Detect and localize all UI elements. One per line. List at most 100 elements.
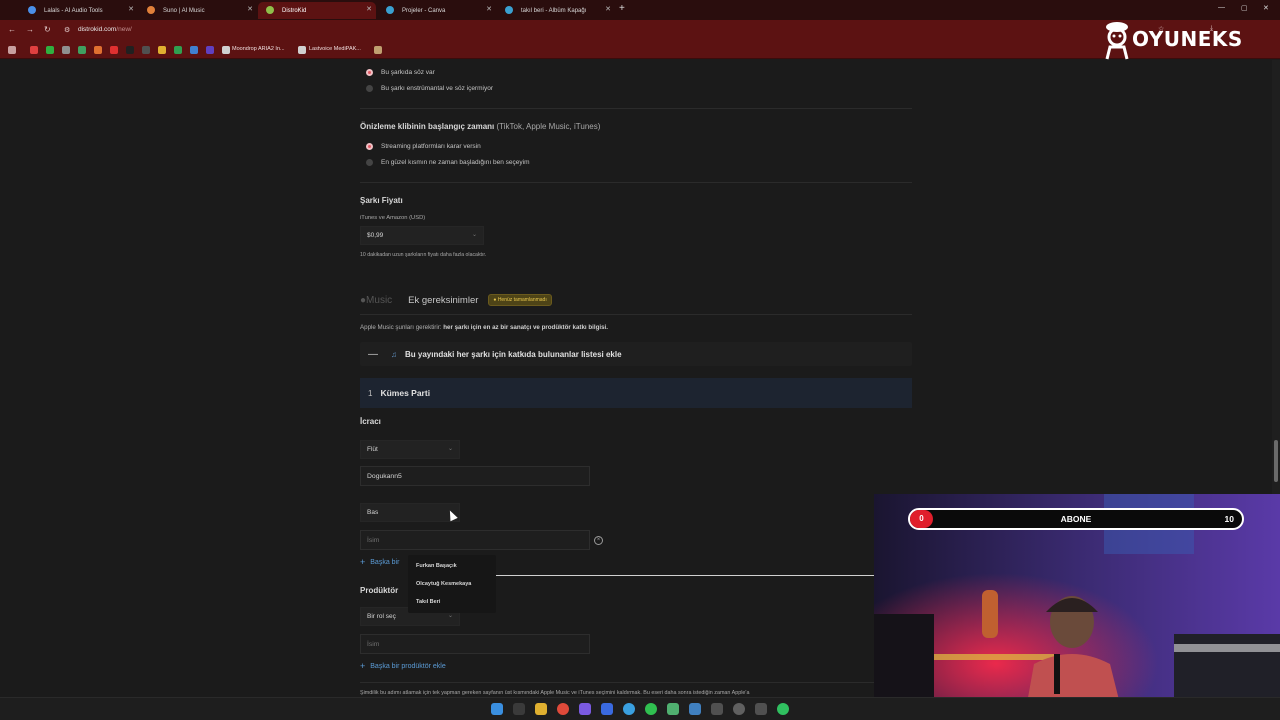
accordion-title: Bu yayındaki her şarkı için katkıda bulu… (405, 349, 622, 359)
price-note: 10 dakikadan uzun şarkıların fiyatı daha… (360, 252, 487, 258)
bookmark-icon[interactable] (206, 46, 214, 54)
back-icon[interactable]: ← (8, 25, 16, 34)
apple-requirements-header: ●Music Ek gereksinimler ● Henüz tamamlan… (360, 294, 552, 306)
performer-role-select-1[interactable]: Flüt ⌄ (360, 440, 460, 459)
app-icon[interactable] (755, 703, 767, 715)
x-icon[interactable] (126, 46, 134, 54)
url-host: distrokid.com (78, 26, 117, 33)
start-icon[interactable] (491, 703, 503, 715)
overlay-divider (496, 575, 876, 576)
tab-canva[interactable]: Projeler - Canva ✕ (378, 2, 496, 19)
apple-music-logo: ●Music (360, 294, 393, 306)
tab-album-cover[interactable]: takıl beri - Albüm Kapağı ✕ (497, 2, 615, 19)
performer-title: İcracı (360, 417, 381, 426)
preview-option-platforms[interactable]: Streaming platformları karar versin (360, 143, 481, 150)
chevron-down-icon: ⌄ (471, 232, 477, 238)
app-icon[interactable] (667, 703, 679, 715)
performer-name-input-2[interactable]: İsim (360, 530, 590, 550)
bookmark-icon[interactable] (94, 46, 102, 54)
close-window-icon[interactable]: ✕ (1263, 4, 1269, 12)
telegram-icon[interactable] (623, 703, 635, 715)
url-path: /new/ (116, 26, 132, 33)
radio-selected[interactable] (366, 143, 373, 150)
add-producer-link[interactable]: + Başka bir prodüktör ekle (360, 661, 446, 671)
whatsapp-icon[interactable] (777, 703, 789, 715)
producer-name-input[interactable]: İsim (360, 634, 590, 654)
apps-icon[interactable] (8, 46, 16, 54)
app-icon[interactable] (601, 703, 613, 715)
chevron-down-icon: ⌄ (447, 446, 453, 452)
bookmark-icon[interactable] (298, 46, 306, 54)
song-number: 1 (368, 388, 373, 398)
spotify-icon[interactable] (645, 703, 657, 715)
radio-selected[interactable] (366, 69, 373, 76)
bookmark-icon[interactable] (62, 46, 70, 54)
plus-icon: + (360, 557, 366, 567)
lyrics-option-instrumental[interactable]: Bu şarkı enstrümantal ve söz içermiyor (360, 85, 493, 92)
price-select[interactable]: $0,99 ⌄ (360, 226, 484, 245)
app-icon[interactable] (689, 703, 701, 715)
bookmark-icon[interactable] (374, 46, 382, 54)
bookmark-icon[interactable] (222, 46, 230, 54)
remove-icon[interactable]: × (594, 536, 603, 545)
lyrics-option-has-lyrics[interactable]: Bu şarkıda söz var (360, 69, 435, 76)
collapse-icon[interactable]: — (368, 349, 378, 360)
bookmark-icon[interactable] (142, 46, 150, 54)
bookmark-icon[interactable] (174, 46, 182, 54)
site-info-icon[interactable]: ⚙ (64, 26, 70, 34)
plus-icon: + (360, 661, 366, 671)
tab-label: DistroKid (282, 7, 307, 14)
performer-name-input-1[interactable]: Dogukann5 (360, 466, 590, 486)
suggestion-item[interactable]: Furkan Başaçık (416, 563, 457, 569)
role-value: Flüt (367, 446, 378, 453)
radio-unselected[interactable] (366, 159, 373, 166)
app-icon[interactable] (711, 703, 723, 715)
suggestion-item[interactable]: Takıl Beri (416, 599, 440, 605)
tab-extra-requirements[interactable]: Ek gereksinimler (408, 295, 478, 306)
kick-icon[interactable] (46, 46, 54, 54)
file-explorer-icon[interactable] (535, 703, 547, 715)
bookmarks-bar: Moondrop ARIA2 In... Lastvoice MediPAK..… (0, 42, 1280, 59)
radio-unselected[interactable] (366, 85, 373, 92)
add-performer-link[interactable]: + Başka bir (360, 557, 399, 567)
maximize-icon[interactable]: ▢ (1241, 4, 1248, 12)
preview-option-custom[interactable]: En güzel kısmın ne zaman başladığını ben… (360, 159, 530, 166)
preview-start-title: Önizleme klibinin başlangıç zamanı (TikT… (360, 122, 601, 131)
close-icon[interactable]: ✕ (366, 5, 372, 13)
close-icon[interactable]: ✕ (486, 5, 492, 13)
bookmark-icon[interactable] (190, 46, 198, 54)
close-icon[interactable]: ✕ (605, 5, 611, 13)
bookmark-icon[interactable] (78, 46, 86, 54)
song-row[interactable]: 1 Kümes Parti (360, 378, 912, 408)
url-field[interactable]: distrokid.com/new/ (78, 26, 132, 33)
os-taskbar (0, 697, 1280, 720)
close-icon[interactable]: ✕ (128, 5, 134, 13)
app-icon[interactable] (579, 703, 591, 715)
bookmark-lastvoice[interactable]: Lastvoice MediPAK... (309, 46, 361, 52)
gmail-icon[interactable] (30, 46, 38, 54)
contributors-accordion[interactable]: — ♫ Bu yayındaki her şarkı için katkıda … (360, 342, 912, 366)
price-label: iTunes ve Amazon (USD) (360, 215, 426, 221)
performer-role-select-2[interactable]: Bas (360, 503, 460, 522)
address-bar: ← → ↻ ⚙ distrokid.com/new/ ☆ ⤓ (0, 20, 1280, 42)
reload-icon[interactable]: ↻ (44, 25, 51, 34)
scrollbar-thumb[interactable] (1274, 440, 1278, 482)
tab-suno[interactable]: Suno | AI Music ✕ (139, 2, 257, 19)
name-suggestions-dropdown: Furkan Başaçık Olcaytuğ Kesmekaya Takıl … (408, 555, 496, 613)
close-icon[interactable]: ✕ (247, 5, 253, 13)
minimize-icon[interactable]: — (1218, 4, 1225, 11)
tab-lalals[interactable]: Lalals - AI Audio Tools ✕ (20, 2, 138, 19)
forward-icon[interactable]: → (26, 25, 34, 34)
app-icon[interactable] (733, 703, 745, 715)
suggestion-item[interactable]: Olcaytuğ Kesmekaya (416, 581, 471, 587)
add-producer-label: Başka bir prodüktör ekle (370, 662, 446, 670)
search-icon[interactable] (513, 703, 525, 715)
tab-distrokid[interactable]: DistroKid ✕ (258, 2, 376, 19)
new-tab-icon[interactable]: + (619, 3, 625, 14)
folder-icon[interactable] (158, 46, 166, 54)
youtube-icon[interactable] (110, 46, 118, 54)
divider (360, 682, 912, 683)
tab-label: Projeler - Canva (402, 7, 446, 14)
chrome-icon[interactable] (557, 703, 569, 715)
bookmark-moondrop[interactable]: Moondrop ARIA2 In... (232, 46, 285, 52)
